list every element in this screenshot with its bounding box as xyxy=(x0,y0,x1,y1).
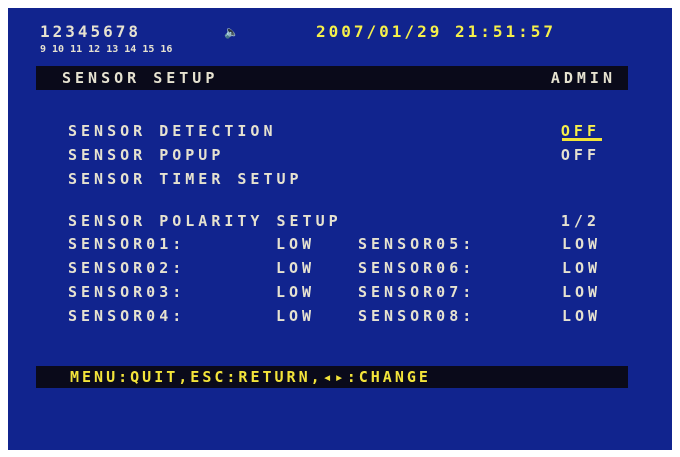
sensor-value[interactable]: LOW xyxy=(562,307,601,325)
sensor-label: SENSOR01: xyxy=(68,235,186,253)
sensor-label: SENSOR03: xyxy=(68,283,186,301)
sensor-value[interactable]: LOW xyxy=(276,283,315,301)
sensor-label: SENSOR06: xyxy=(358,259,476,277)
sensor-label: SENSOR05: xyxy=(358,235,476,253)
menu-item-sensor-timer-setup[interactable]: SENSOR TIMER SETUP xyxy=(68,170,303,188)
sensor-label: SENSOR02: xyxy=(68,259,186,277)
channel-indicators-9-16: 9 10 11 12 13 14 15 16 xyxy=(40,44,173,55)
channel-indicators-1-8: 12345678 xyxy=(40,22,142,41)
sensor-label: SENSOR04: xyxy=(68,307,186,325)
help-text: MENU:QUIT,ESC:RETURN,◂▸:CHANGE xyxy=(70,368,431,386)
date-time: 2007/01/29 21:51:57 xyxy=(316,22,557,41)
sensor-label: SENSOR07: xyxy=(358,283,476,301)
sensor-value[interactable]: LOW xyxy=(562,283,601,301)
speaker-icon: 🔈 xyxy=(224,25,239,39)
sensor-value[interactable]: LOW xyxy=(276,235,315,253)
polarity-page-indicator: 1/2 xyxy=(560,212,600,230)
sensor-popup-value[interactable]: OFF xyxy=(560,146,600,164)
sensor-value[interactable]: LOW xyxy=(562,259,601,277)
menu-item-sensor-detection[interactable]: SENSOR DETECTION xyxy=(68,122,277,140)
selection-cursor xyxy=(562,138,602,141)
page-title: SENSOR SETUP xyxy=(62,69,219,87)
sensor-value[interactable]: LOW xyxy=(562,235,601,253)
sensor-value[interactable]: LOW xyxy=(276,307,315,325)
sensor-label: SENSOR08: xyxy=(358,307,476,325)
menu-item-sensor-polarity-setup[interactable]: SENSOR POLARITY SETUP xyxy=(68,212,342,230)
user-label: ADMIN xyxy=(550,69,616,87)
menu-item-sensor-popup[interactable]: SENSOR POPUP xyxy=(68,146,224,164)
sensor-value[interactable]: LOW xyxy=(276,259,315,277)
